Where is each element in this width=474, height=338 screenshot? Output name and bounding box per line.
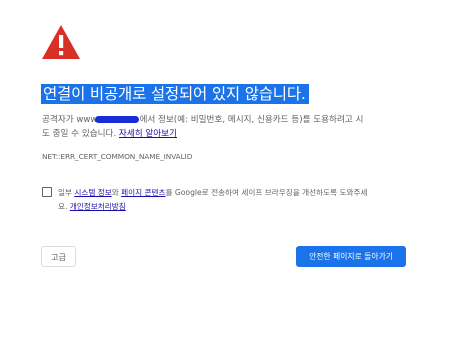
privacy-policy-link[interactable]: 개인정보처리방침 xyxy=(70,202,126,211)
system-info-link[interactable]: 시스템 정보 xyxy=(74,188,111,197)
optin-and: 와 xyxy=(111,188,122,197)
safe-browsing-optin-checkbox[interactable] xyxy=(42,187,52,197)
optin-line-1: 일부 시스템 정보와 페이지 콘텐츠를 Google로 전송하여 세이프 브라우… xyxy=(58,186,438,200)
explanation-line-1: 공격자가 www 에서 정보(예: 비밀번호, 메시지, 신용카드 등)를 도용하… xyxy=(42,113,437,127)
optin-line2-prefix: 요. xyxy=(58,202,70,211)
explanation-line2-text: 도 중일 수 있습니다. xyxy=(42,129,117,139)
error-code: NET::ERR_CERT_COMMON_NAME_INVALID xyxy=(42,152,193,161)
optin-prefix: 일부 xyxy=(58,188,75,197)
explanation-after-host: 에서 정보(예: 비밀번호, 메시지, 신용카드 등)를 도용하려고 시 xyxy=(139,115,364,125)
redacted-hostname xyxy=(95,116,140,123)
back-to-safety-button[interactable]: 안전한 페이지로 돌아가기 xyxy=(296,246,406,267)
explanation-prefix: 공격자가 www xyxy=(42,115,98,125)
interstitial-page: 연결이 비공개로 설정되어 있지 않습니다. 공격자가 www 에서 정보(예: … xyxy=(0,0,474,338)
page-title: 연결이 비공개로 설정되어 있지 않습니다. xyxy=(41,84,309,104)
explanation-line-2: 도 중일 수 있습니다. 자세히 알아보기 xyxy=(42,127,437,141)
explanation-text: 공격자가 www 에서 정보(예: 비밀번호, 메시지, 신용카드 등)를 도용하… xyxy=(42,113,437,141)
advanced-button[interactable]: 고급 xyxy=(41,246,76,267)
learn-more-link[interactable]: 자세히 알아보기 xyxy=(119,129,177,139)
optin-line-2: 요. 개인정보처리방침 xyxy=(58,200,438,214)
optin-rest: 를 Google로 전송하여 세이프 브라우징을 개선하도록 도와주세 xyxy=(165,188,368,197)
warning-triangle-icon xyxy=(42,25,80,59)
safe-browsing-optin-text: 일부 시스템 정보와 페이지 콘텐츠를 Google로 전송하여 세이프 브라우… xyxy=(58,186,438,214)
page-content-link[interactable]: 페이지 콘텐츠 xyxy=(121,188,165,197)
